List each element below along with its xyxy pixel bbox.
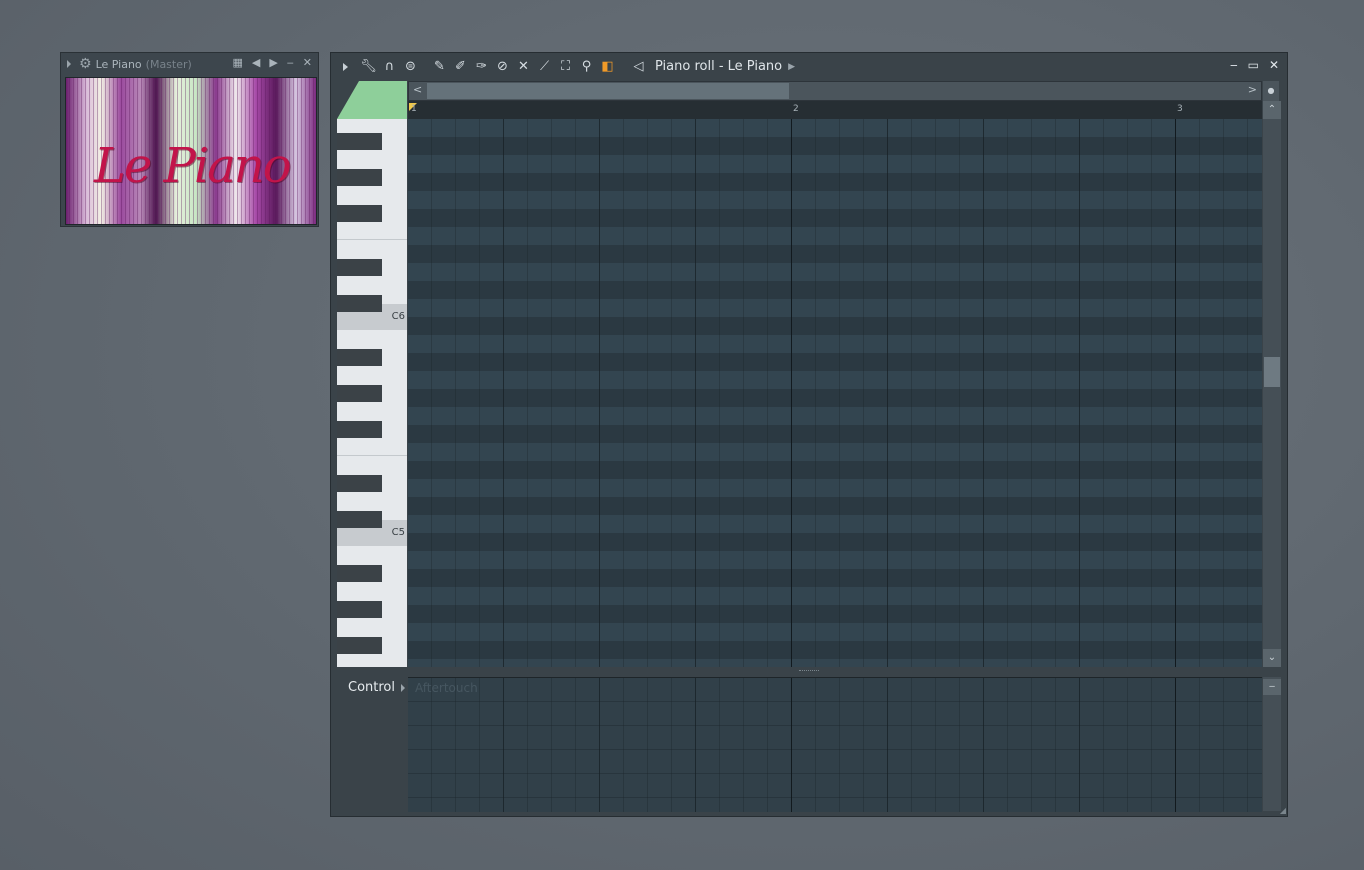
plugin-titlebar[interactable]: ⚙ Le Piano (Master) ▦ ◀ ▶ ‒ ✕ [61, 53, 318, 75]
slice-icon[interactable]: ⟋ [534, 59, 555, 74]
c5-label: C5 [391, 527, 405, 538]
black-key[interactable] [337, 169, 382, 186]
panel-splitter[interactable] [337, 667, 1281, 676]
title-arrow-icon[interactable]: ▶ [788, 62, 795, 72]
bar-number: 2 [793, 104, 799, 114]
c6-label: C6 [391, 311, 405, 322]
timeline-ruler[interactable]: 1 2 3 [408, 101, 1262, 119]
horizontal-scroll-thumb[interactable] [427, 83, 789, 99]
black-key[interactable] [337, 421, 382, 438]
scroll-up-icon[interactable]: ⌃ [1263, 101, 1281, 119]
playback-icon[interactable]: ◧ [597, 59, 618, 74]
minimize-icon[interactable]: ‒ [287, 56, 294, 69]
resize-grip-icon[interactable]: ◢ [1280, 806, 1286, 815]
black-key[interactable] [337, 295, 382, 312]
black-key[interactable] [337, 349, 382, 366]
vertical-scroll-thumb[interactable] [1264, 357, 1280, 387]
maximize-button[interactable]: ▭ [1248, 58, 1259, 72]
grid-icon[interactable]: ▦ [232, 56, 242, 69]
splitter-grip-icon[interactable] [799, 670, 819, 673]
options-dot-button[interactable]: ● [1263, 81, 1279, 101]
scroll-right-icon[interactable]: > [1248, 83, 1257, 96]
piano-roll-window: 🔧︎ ∩ ⊜ ✎ ✐ ✑ ⊘ ✕ ⟋ ⛶ ⚲ ◧ ◁ Piano roll - … [330, 52, 1288, 817]
piano-roll-toolbar: 🔧︎ ∩ ⊜ ✎ ✐ ✑ ⊘ ✕ ⟋ ⛶ ⚲ ◧ ◁ Piano roll - … [331, 53, 1287, 80]
menu-arrow-icon[interactable] [343, 62, 348, 71]
black-key[interactable] [337, 133, 382, 150]
snap-selector[interactable] [337, 81, 407, 119]
event-editor-minus-icon[interactable]: ‒ [1263, 679, 1281, 695]
magnet-icon[interactable]: ∩ [379, 59, 400, 74]
delete-icon[interactable]: ⊘ [492, 59, 513, 74]
stamp-icon[interactable]: ⊜ [400, 59, 421, 74]
scroll-left-icon[interactable]: < [413, 83, 422, 96]
zoom-icon[interactable]: ⚲ [576, 59, 597, 74]
event-editor-header: Control [337, 677, 407, 811]
scroll-down-icon[interactable]: ⌄ [1263, 649, 1281, 667]
mute-icon[interactable]: ✕ [513, 59, 534, 74]
black-key[interactable] [337, 385, 382, 402]
speaker-icon[interactable]: ◁ [628, 59, 649, 74]
gear-icon[interactable]: ⚙ [79, 56, 92, 72]
octave-divider [337, 239, 407, 240]
black-key[interactable] [337, 601, 382, 618]
bar-number: 1 [411, 104, 417, 114]
next-preset-icon[interactable]: ▶ [269, 56, 277, 69]
octave-divider [337, 455, 407, 456]
close-button[interactable]: ✕ [1269, 58, 1279, 72]
select-icon[interactable]: ⛶ [555, 59, 576, 74]
event-target-label: Aftertouch [415, 681, 478, 695]
control-label[interactable]: Control [348, 680, 395, 695]
minimize-button[interactable]: ‒ [1230, 58, 1238, 72]
black-key[interactable] [337, 259, 382, 276]
black-key[interactable] [337, 475, 382, 492]
close-icon[interactable]: ✕ [303, 56, 312, 69]
horizontal-scrollbar[interactable]: < > [408, 81, 1262, 101]
plugin-artwork: Le Piano [65, 77, 317, 225]
vertical-scrollbar[interactable]: ⌃ ⌄ [1263, 101, 1281, 667]
black-key[interactable] [337, 565, 382, 582]
plugin-title: Le Piano [95, 57, 142, 71]
piano-keyboard[interactable]: C6 C5 [337, 119, 407, 667]
plugin-target: (Master) [145, 57, 192, 71]
control-arrow-icon[interactable] [401, 684, 405, 692]
wrench-icon[interactable]: 🔧︎ [358, 59, 379, 74]
black-key[interactable] [337, 511, 382, 528]
black-key[interactable] [337, 205, 382, 222]
prev-preset-icon[interactable]: ◀ [252, 56, 260, 69]
paint-plus-icon[interactable]: ✑ [471, 59, 492, 74]
plugin-logo: Le Piano [94, 138, 292, 194]
plugin-menu-arrow-icon[interactable] [67, 60, 71, 68]
event-editor-scrollbar[interactable]: ‒ [1263, 677, 1281, 811]
window-title: Piano roll - Le Piano [655, 59, 783, 74]
bar-number: 3 [1177, 104, 1183, 114]
paint-icon[interactable]: ✐ [450, 59, 471, 74]
black-key[interactable] [337, 637, 382, 654]
pencil-icon[interactable]: ✎ [429, 59, 450, 74]
plugin-window: ⚙ Le Piano (Master) ▦ ◀ ▶ ‒ ✕ Le Piano [60, 52, 319, 227]
note-grid[interactable] [408, 119, 1262, 667]
event-editor-grid[interactable]: Aftertouch [408, 677, 1262, 812]
